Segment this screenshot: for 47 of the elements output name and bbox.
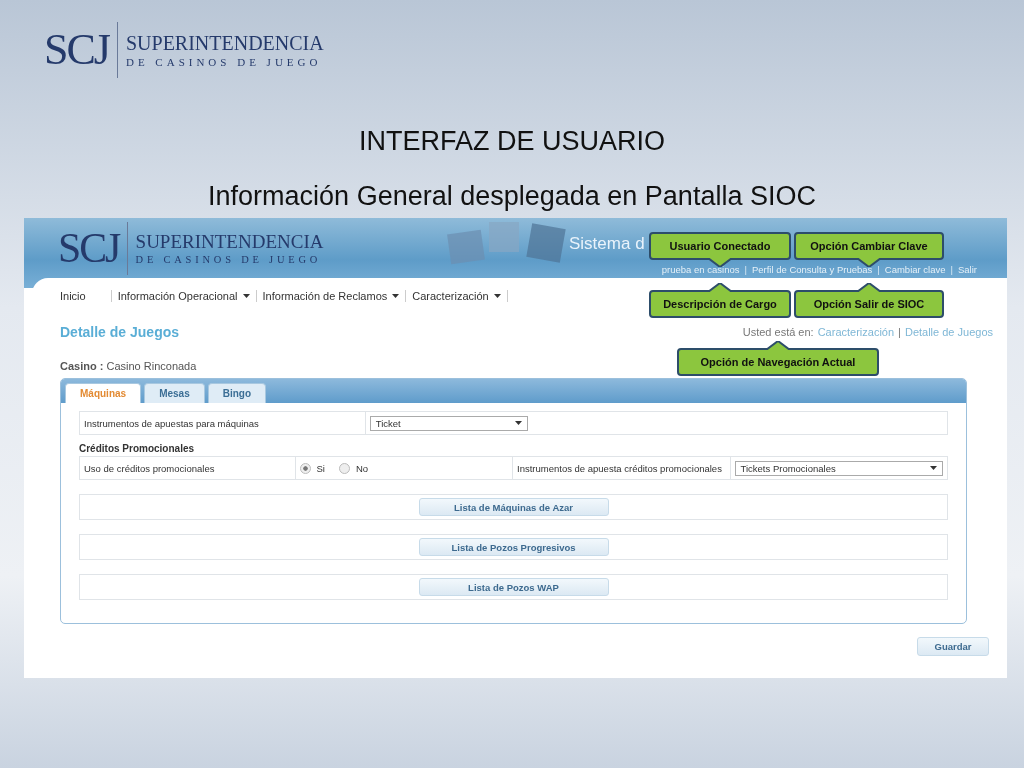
radio-label: Si — [316, 462, 325, 474]
callout-pointer — [708, 283, 732, 292]
slide-title: INTERFAZ DE USUARIO — [358, 126, 666, 157]
separator: | — [877, 264, 880, 275]
logo-name: SUPERINTENDENCIA — [125, 32, 324, 53]
list-button[interactable]: Lista de Pozos Progresivos — [418, 538, 609, 556]
field-label: Instrumentos de apuestas para máquinas — [84, 417, 259, 429]
separator: | — [950, 264, 953, 275]
tab[interactable]: Mesas — [144, 383, 205, 403]
caret-icon — [242, 294, 250, 298]
caret-icon — [929, 466, 937, 470]
field-label: Uso de créditos promocionales — [84, 462, 215, 474]
callout-pointer — [766, 341, 790, 350]
logo-subname: DE CASINOS DE JUEGO — [125, 55, 323, 68]
callout-pointer — [857, 258, 881, 267]
section-title: Créditos Promocionales — [79, 443, 196, 454]
radio-button[interactable] — [299, 462, 311, 474]
nav-menu-item[interactable]: Caracterización — [406, 290, 508, 302]
field-label: Instrumentos de apuesta créditos promocionales — [517, 462, 722, 474]
tab[interactable]: Máquinas — [65, 383, 142, 403]
select-field[interactable]: Ticket — [369, 415, 528, 431]
list-button[interactable]: Lista de Máquinas de Azar — [418, 498, 609, 516]
radio-button[interactable] — [338, 462, 350, 474]
breadcrumb-label: Usted está en: — [742, 326, 814, 338]
system-title: Sistema d — [569, 234, 645, 254]
page-title: Detalle de Juegos — [59, 324, 180, 340]
logo-name: SUPERINTENDENCIA — [135, 232, 324, 252]
logo-mark: SCJ — [44, 28, 109, 72]
tab[interactable]: Bingo — [207, 383, 267, 403]
caret-icon — [493, 294, 501, 298]
caret-icon — [514, 421, 522, 425]
logo-mark: SCJ — [58, 227, 120, 270]
save-button[interactable]: Guardar — [917, 637, 989, 656]
nav-menu-item[interactable]: Inicio — [54, 290, 112, 302]
callout-pointer — [708, 258, 732, 267]
logo-subname: DE CASINOS DE JUEGO — [135, 254, 323, 266]
callout-pointer — [857, 283, 881, 292]
casino-line: Casino : Casino Rinconada — [59, 360, 197, 372]
nav-menu-item[interactable]: Información Operacional — [111, 290, 257, 302]
list-button[interactable]: Lista de Pozos WAP — [418, 578, 609, 596]
slide-subtitle: Información General desplegada en Pantalla SIOC — [207, 181, 817, 212]
select-field[interactable]: Tickets Promocionales — [734, 460, 943, 476]
separator: | — [744, 264, 747, 275]
caret-icon — [392, 294, 400, 298]
nav-menu-item[interactable]: Información de Reclamos — [256, 290, 407, 302]
separator: | — [898, 326, 901, 338]
radio-label: No — [355, 462, 369, 474]
